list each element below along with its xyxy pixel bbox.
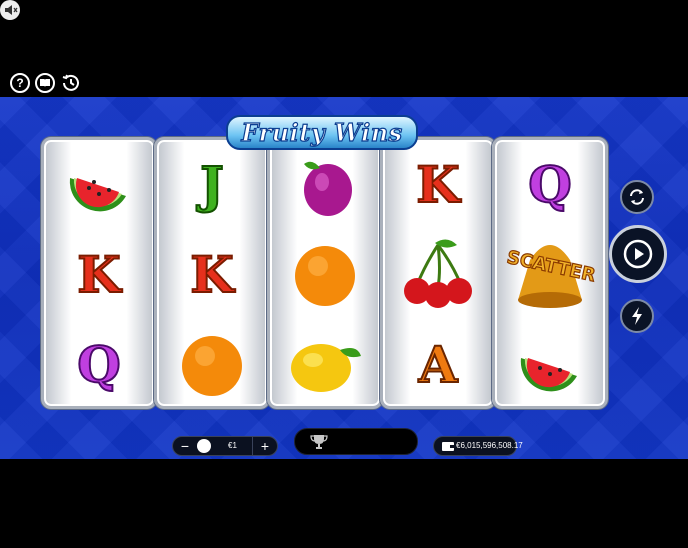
q-symbol: Q	[76, 335, 122, 394]
reel-5: Q SCATTER	[492, 137, 608, 409]
reel-4: K A	[380, 137, 496, 409]
chip-icon	[197, 439, 211, 453]
lightning-icon	[632, 307, 642, 325]
wallet-icon	[442, 442, 454, 451]
history-icon[interactable]	[61, 73, 81, 93]
cherries-symbol	[383, 230, 493, 320]
spin-button[interactable]	[609, 225, 667, 283]
k-symbol: K	[189, 245, 234, 304]
turbo-button[interactable]	[620, 299, 654, 333]
bet-selector: − €1 +	[172, 436, 278, 456]
speaker-mute-icon[interactable]	[0, 0, 20, 20]
book-icon[interactable]	[35, 73, 55, 93]
reel-2: J K	[154, 137, 270, 409]
autospin-button[interactable]	[620, 180, 654, 214]
q-symbol: Q	[527, 155, 573, 214]
orange-symbol	[270, 230, 380, 320]
win-display	[294, 428, 418, 455]
bet-increase-button[interactable]: +	[255, 437, 275, 455]
lemon-symbol	[270, 320, 380, 410]
watermelon-symbol	[44, 140, 154, 230]
scatter-bell-symbol: SCATTER	[495, 230, 605, 320]
reel-3	[267, 137, 383, 409]
refresh-icon	[630, 189, 644, 205]
balance-value: €6,015,596,508.17	[456, 441, 523, 450]
k-symbol: K	[415, 155, 460, 214]
trophy-icon	[310, 435, 328, 449]
plum-symbol	[270, 140, 380, 230]
watermelon-symbol	[495, 320, 605, 410]
a-symbol: A	[418, 335, 459, 394]
game-title: Fruity Wins	[241, 117, 403, 147]
k-symbol: K	[76, 245, 121, 304]
bet-value: €1	[213, 437, 253, 455]
bet-decrease-button[interactable]: −	[175, 437, 195, 455]
game-logo: Fruity Wins	[226, 115, 418, 150]
question-icon[interactable]: ?	[10, 73, 30, 93]
orange-symbol	[157, 320, 267, 410]
play-icon	[623, 239, 653, 269]
j-symbol: J	[199, 155, 225, 214]
balance-display: €6,015,596,508.17	[433, 436, 523, 456]
reel-1: K Q	[41, 137, 157, 409]
game-screen: ? K Q J K K A Q SCATTER Fruity Wins − €1…	[0, 0, 688, 548]
